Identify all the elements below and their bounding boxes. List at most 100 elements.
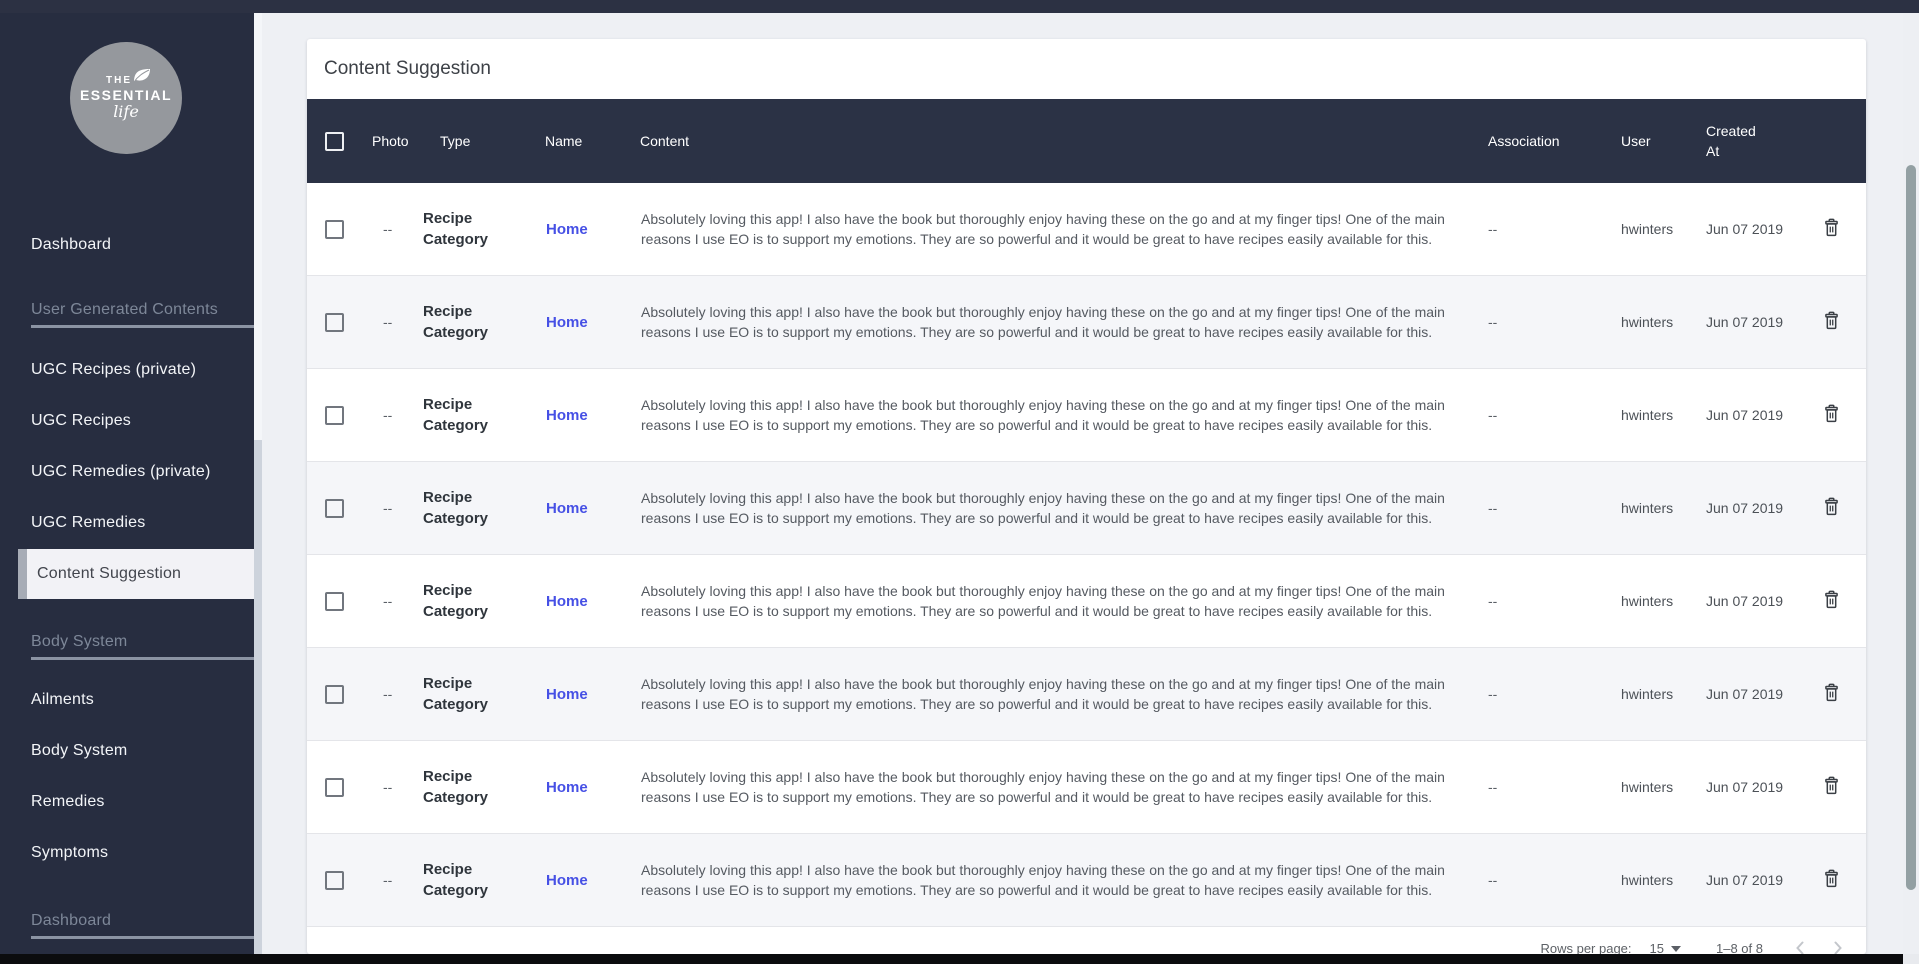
page-scrollbar[interactable] (1903, 13, 1919, 954)
name-link[interactable]: Home (546, 593, 588, 610)
sidebar-item-symptoms[interactable]: Symptoms (0, 828, 254, 878)
type-cell: Recipe Category (423, 303, 489, 341)
created-at-cell: Jun 07 2019 (1706, 593, 1784, 609)
row-checkbox[interactable] (325, 870, 344, 890)
row-checkbox[interactable] (325, 591, 344, 611)
created-at-cell: Jun 07 2019 (1706, 686, 1784, 702)
photo-cell: -- (383, 872, 393, 888)
content-suggestion-card: Content Suggestion Photo Type Name Conte… (307, 39, 1866, 954)
column-header-type: Type (440, 133, 471, 149)
association-cell: -- (1488, 872, 1498, 888)
delete-button[interactable] (1814, 863, 1848, 897)
sidebar-item-ugc-recipes-private[interactable]: UGC Recipes (private) (0, 345, 254, 395)
select-all-checkbox[interactable] (325, 131, 344, 151)
sidebar: THE ESSENTIAL life Dashboard User Genera… (0, 0, 254, 954)
bottom-window-strip (0, 954, 1903, 964)
association-cell: -- (1488, 407, 1498, 423)
content-text: Absolutely loving this app! I also have … (641, 583, 1445, 619)
delete-button[interactable] (1814, 491, 1848, 525)
table-header-row: Photo Type Name Content Association User… (307, 99, 1866, 183)
sidebar-scrollbar-thumb[interactable] (254, 13, 262, 440)
type-cell: Recipe Category (423, 582, 489, 620)
page-title: Content Suggestion (324, 58, 491, 79)
association-cell: -- (1488, 779, 1498, 795)
sidebar-nav: Dashboard User Generated Contents UGC Re… (0, 220, 254, 939)
column-header-actions (1796, 99, 1866, 183)
row-checkbox[interactable] (325, 405, 344, 425)
row-checkbox[interactable] (325, 219, 344, 239)
delete-button[interactable] (1814, 305, 1848, 339)
pagination-bar: Rows per page: 15 1–8 of 8 (307, 927, 1866, 954)
trash-icon (1821, 310, 1842, 334)
photo-cell: -- (383, 314, 393, 330)
page-scrollbar-thumb[interactable] (1906, 165, 1916, 890)
created-at-cell: Jun 07 2019 (1706, 872, 1784, 888)
table-row: -- Recipe Category Home Absolutely lovin… (307, 834, 1866, 927)
row-checkbox[interactable] (325, 777, 344, 797)
logo-text-life: life (113, 102, 139, 121)
name-link[interactable]: Home (546, 314, 588, 331)
chevron-left-icon (1788, 936, 1812, 954)
name-link[interactable]: Home (546, 221, 588, 238)
type-cell: Recipe Category (423, 768, 489, 806)
column-header-name: Name (545, 133, 583, 149)
delete-button[interactable] (1814, 677, 1848, 711)
trash-icon (1821, 496, 1842, 520)
sidebar-section-header: Body System (31, 625, 254, 660)
row-checkbox[interactable] (325, 498, 344, 518)
row-checkbox[interactable] (325, 684, 344, 704)
sidebar-item-ugc-recipes[interactable]: UGC Recipes (0, 396, 254, 446)
card-title-row: Content Suggestion (307, 39, 1866, 99)
name-link[interactable]: Home (546, 407, 588, 424)
sidebar-item-dashboard[interactable]: Dashboard (0, 220, 254, 270)
name-link[interactable]: Home (546, 872, 588, 889)
photo-cell: -- (383, 686, 393, 702)
delete-button[interactable] (1814, 770, 1848, 804)
delete-button[interactable] (1814, 584, 1848, 618)
sidebar-group-items: Dashboard (0, 220, 254, 270)
trash-icon (1821, 403, 1842, 427)
sidebar-group: User Generated Contents UGC Recipes (pri… (0, 293, 254, 599)
sidebar-item-ugc-remedies-private[interactable]: UGC Remedies (private) (0, 447, 254, 497)
trash-icon (1821, 589, 1842, 613)
association-cell: -- (1488, 686, 1498, 702)
content-text: Absolutely loving this app! I also have … (641, 676, 1445, 712)
type-cell: Recipe Category (423, 210, 489, 248)
column-header-created-at: Created At (1706, 123, 1756, 159)
association-cell: -- (1488, 593, 1498, 609)
user-cell: hwinters (1621, 500, 1674, 516)
content-text: Absolutely loving this app! I also have … (641, 397, 1445, 433)
sidebar-item-content-suggestion[interactable]: Content Suggestion (18, 549, 254, 599)
photo-cell: -- (383, 593, 393, 609)
next-page-button[interactable] (1826, 937, 1850, 954)
photo-cell: -- (383, 500, 393, 516)
table-row: -- Recipe Category Home Absolutely lovin… (307, 369, 1866, 462)
delete-button[interactable] (1814, 212, 1848, 246)
delete-button[interactable] (1814, 398, 1848, 432)
sidebar-item-remedies[interactable]: Remedies (0, 777, 254, 827)
type-cell: Recipe Category (423, 675, 489, 713)
content-text: Absolutely loving this app! I also have … (641, 490, 1445, 526)
sidebar-group-items: Ailments Body System Remedies Symptoms (0, 675, 254, 878)
table-row: -- Recipe Category Home Absolutely lovin… (307, 555, 1866, 648)
user-cell: hwinters (1621, 221, 1674, 237)
row-checkbox[interactable] (325, 312, 344, 332)
association-cell: -- (1488, 221, 1498, 237)
table-row: -- Recipe Category Home Absolutely lovin… (307, 741, 1866, 834)
rows-per-page-select[interactable]: 15 (1650, 937, 1681, 954)
sidebar-item-ugc-remedies[interactable]: UGC Remedies (0, 498, 254, 548)
table-body: -- Recipe Category Home Absolutely lovin… (307, 183, 1866, 927)
rows-per-page-label: Rows per page: (1540, 941, 1632, 954)
sidebar-item-body-system[interactable]: Body System (0, 726, 254, 776)
sidebar-item-ailments[interactable]: Ailments (0, 675, 254, 725)
user-cell: hwinters (1621, 314, 1674, 330)
name-link[interactable]: Home (546, 500, 588, 517)
content-text: Absolutely loving this app! I also have … (641, 862, 1445, 898)
previous-page-button[interactable] (1788, 937, 1812, 954)
trash-icon (1821, 868, 1842, 892)
sidebar-scrollbar[interactable] (254, 13, 262, 954)
photo-cell: -- (383, 779, 393, 795)
name-link[interactable]: Home (546, 686, 588, 703)
content-text: Absolutely loving this app! I also have … (641, 211, 1445, 247)
name-link[interactable]: Home (546, 779, 588, 796)
